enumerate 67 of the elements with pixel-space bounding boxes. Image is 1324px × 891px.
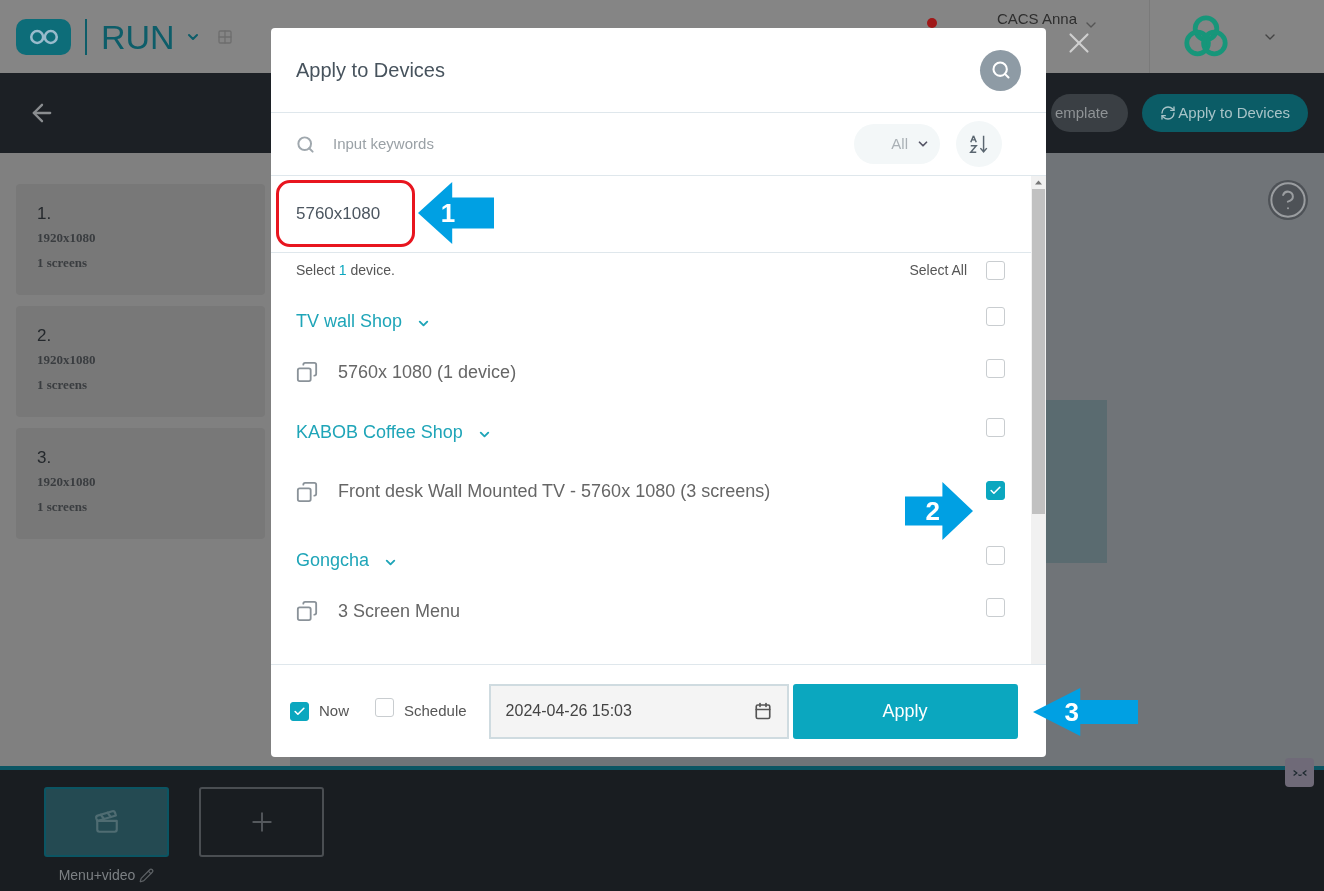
- resolution-heading: 5760x1080: [296, 203, 381, 226]
- group-name[interactable]: Gongcha: [296, 547, 370, 574]
- check-icon: [989, 483, 1002, 497]
- sort-icon: [968, 133, 990, 155]
- callout-number: 1: [440, 200, 456, 226]
- add-scene-button[interactable]: [199, 787, 324, 857]
- select-all-label: Select All: [909, 260, 967, 280]
- layout-screens: 1 screens: [37, 375, 88, 394]
- search-icon: [296, 134, 315, 154]
- device-name[interactable]: 3 Screen Menu: [338, 597, 461, 625]
- now-checkbox[interactable]: [290, 701, 309, 721]
- selection-summary: Select 1 device.: [296, 260, 395, 280]
- device-name[interactable]: Front desk Wall Mounted TV - 5760x 1080 (3 screens): [338, 478, 771, 505]
- logo-icon: [16, 18, 71, 55]
- layout-resolution: 1920x1080: [37, 351, 97, 369]
- layout-number: 2.: [37, 326, 53, 346]
- keyword-field[interactable]: Input keywords: [333, 132, 854, 156]
- schedule-checkbox[interactable]: [375, 698, 394, 717]
- layout-screens: 1 screens: [37, 253, 88, 272]
- template-button[interactable]: emplate: [1050, 94, 1129, 132]
- calendar-icon[interactable]: [753, 702, 772, 720]
- callout-number: 2: [925, 498, 940, 524]
- chat-widget-icon[interactable]: [1285, 758, 1314, 787]
- device-checkbox[interactable]: [986, 598, 1005, 617]
- dialog-title: Apply to Devices: [296, 58, 445, 83]
- group-name[interactable]: TV wall Shop: [296, 308, 403, 335]
- help-icon[interactable]: [1268, 180, 1308, 220]
- device-name[interactable]: 5760x 1080 (1 device): [338, 358, 517, 386]
- clapperboard-icon: [93, 809, 120, 835]
- group-checkbox[interactable]: [986, 307, 1005, 326]
- apply-button[interactable]: Apply: [792, 683, 1018, 739]
- refresh-icon: [1160, 105, 1177, 121]
- search-button[interactable]: [980, 49, 1021, 91]
- scene-thumbnail[interactable]: [44, 787, 169, 857]
- check-icon: [293, 704, 306, 718]
- screens-icon: [296, 361, 318, 383]
- user-name[interactable]: CACS Anna: [996, 11, 1077, 26]
- apply-button[interactable]: Apply to Devices: [1142, 94, 1308, 132]
- device-checkbox[interactable]: [986, 359, 1005, 378]
- device-checkbox[interactable]: [986, 480, 1005, 500]
- screens-icon: [296, 480, 318, 503]
- layout-resolution: 1920x1080: [37, 229, 97, 247]
- layout-card[interactable]: 2. 1920x1080 1 screens: [16, 306, 265, 417]
- layout-card[interactable]: 1. 1920x1080 1 screens: [16, 184, 265, 295]
- datetime-field[interactable]: 2024-04-26 15:03: [488, 683, 789, 739]
- group-name[interactable]: KABOB Coffee Shop: [296, 419, 463, 446]
- layout-card[interactable]: 3. 1920x1080 1 screens: [16, 428, 265, 539]
- callout-number: 3: [1064, 699, 1079, 725]
- search-icon: [990, 60, 1011, 80]
- layout-screens: 1 screens: [37, 497, 88, 516]
- filter-dropdown[interactable]: All: [854, 124, 940, 164]
- layout-number: 3.: [37, 448, 53, 468]
- layout-number: 1.: [37, 204, 53, 224]
- group-checkbox[interactable]: [986, 418, 1005, 437]
- now-label: Now: [319, 700, 349, 721]
- app-title: RUN: [101, 19, 175, 54]
- scrollbar[interactable]: [1031, 176, 1046, 664]
- sort-button[interactable]: [956, 121, 1002, 167]
- schedule-label: Schedule: [404, 700, 467, 721]
- scroll-up-icon[interactable]: [1035, 180, 1042, 185]
- select-all-checkbox[interactable]: [986, 260, 1005, 280]
- screens-icon: [296, 600, 318, 622]
- group-checkbox[interactable]: [986, 546, 1005, 565]
- scene-name: Menu+video: [58, 866, 136, 885]
- layout-resolution: 1920x1080: [37, 473, 97, 491]
- edit-icon[interactable]: [139, 868, 155, 883]
- callout-arrow: [905, 482, 973, 540]
